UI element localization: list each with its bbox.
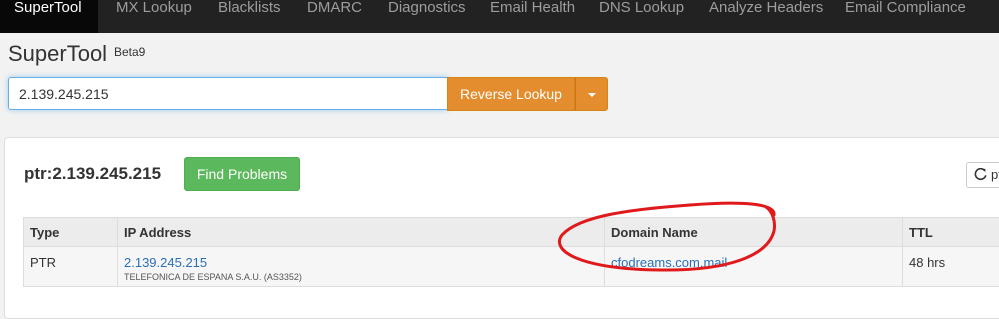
- column-header-domain-name[interactable]: Domain Name: [605, 218, 903, 247]
- nav-item-label: Analyze Headers: [709, 0, 823, 16]
- nav-item-email-compliance[interactable]: Email Compliance: [845, 0, 966, 33]
- refresh-icon: [974, 168, 987, 181]
- nav-item-label: Blacklists: [218, 0, 281, 16]
- caret-down-icon: [588, 93, 596, 97]
- search-input[interactable]: [8, 77, 448, 110]
- nav-item-label: Diagnostics: [388, 0, 466, 16]
- record-type: PTR: [30, 247, 111, 270]
- column-header-ttl[interactable]: TTL: [903, 218, 999, 247]
- nav-item-dmarc[interactable]: DMARC: [307, 0, 362, 33]
- page-title: SuperTool: [8, 41, 107, 67]
- nav-item-label: MX Lookup: [116, 0, 192, 16]
- result-heading: ptr:2.139.245.215: [24, 164, 161, 184]
- asn-owner: TELEFONICA DE ESPANA S.A.U. (AS3352): [124, 272, 598, 282]
- cell-domain-name: cfodreams.com.mail: [605, 247, 903, 287]
- cell-type: PTR: [24, 247, 118, 287]
- nav-item-dns-lookup[interactable]: DNS Lookup: [599, 0, 684, 33]
- nav-item-label: DMARC: [307, 0, 362, 16]
- nav-item-label: Email Compliance: [845, 0, 966, 16]
- results-table: Type IP Address Domain Name TTL PTR 2.13…: [23, 217, 999, 287]
- nav-item-mx-lookup[interactable]: MX Lookup: [116, 0, 192, 33]
- nav-item-label: Email Health: [490, 0, 575, 16]
- ip-address-link[interactable]: 2.139.245.215: [124, 247, 598, 270]
- nav-item-label: SuperTool: [14, 0, 82, 16]
- nav-item-email-health[interactable]: Email Health: [490, 0, 575, 33]
- column-header-ip-address[interactable]: IP Address: [118, 218, 605, 247]
- cell-ttl: 48 hrs: [903, 247, 999, 287]
- nav-item-supertool[interactable]: SuperTool: [0, 0, 98, 33]
- top-navbar: SuperTool MX Lookup Blacklists DMARC Dia…: [0, 0, 999, 33]
- nav-item-blacklists[interactable]: Blacklists: [218, 0, 281, 33]
- nav-item-diagnostics[interactable]: Diagnostics: [388, 0, 466, 33]
- reverse-lookup-button[interactable]: Reverse Lookup: [447, 77, 575, 111]
- cell-ip-address: 2.139.245.215 TELEFONICA DE ESPANA S.A.U…: [118, 247, 605, 287]
- refresh-button[interactable]: pt: [966, 162, 999, 188]
- refresh-button-label: pt: [991, 167, 999, 182]
- version-badge: Beta9: [114, 45, 145, 59]
- column-header-type[interactable]: Type: [24, 218, 118, 247]
- find-problems-button[interactable]: Find Problems: [184, 157, 300, 191]
- table-row: PTR 2.139.245.215 TELEFONICA DE ESPANA S…: [24, 247, 999, 287]
- table-header-row: Type IP Address Domain Name TTL: [24, 218, 999, 247]
- nav-item-analyze-headers[interactable]: Analyze Headers: [709, 0, 823, 33]
- lookup-options-dropdown-button[interactable]: [575, 77, 608, 111]
- ttl-value: 48 hrs: [909, 247, 999, 270]
- domain-name-link[interactable]: cfodreams.com.mail: [611, 247, 896, 270]
- nav-item-label: DNS Lookup: [599, 0, 684, 16]
